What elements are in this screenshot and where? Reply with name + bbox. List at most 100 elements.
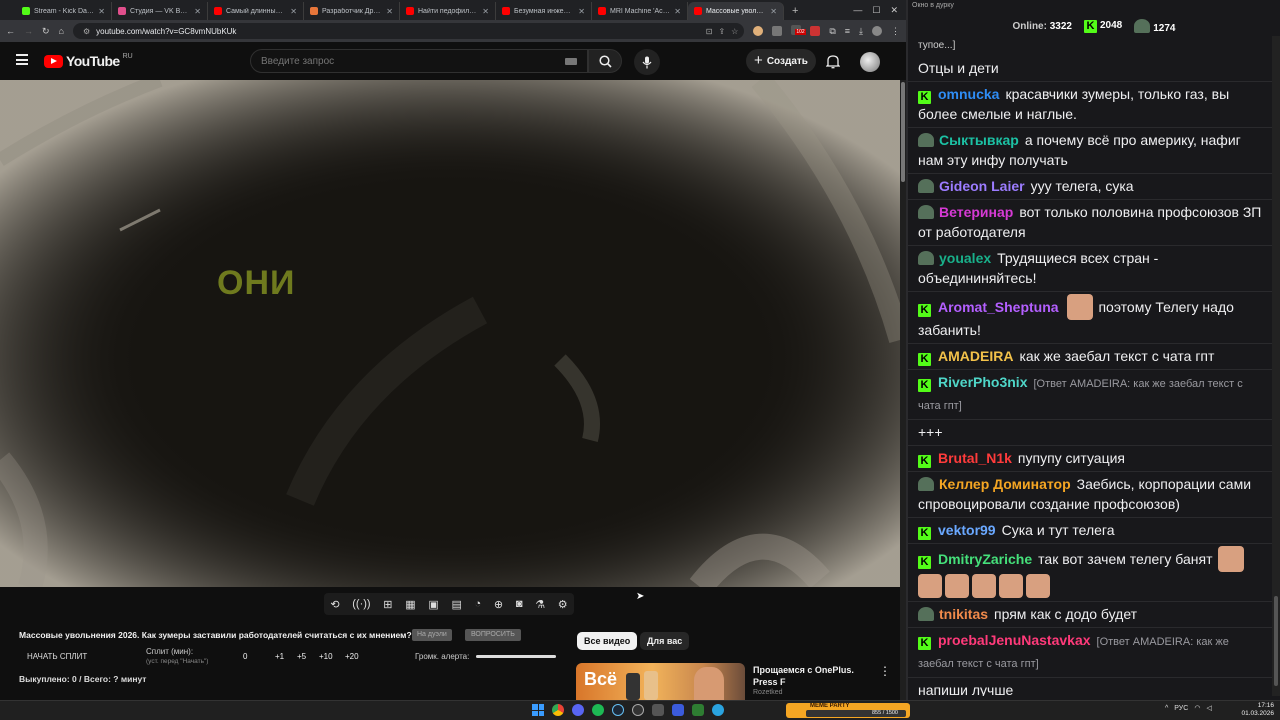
youtube-logo[interactable]: YouTube RU [44, 53, 133, 69]
browser-tab[interactable]: MRI Machine 'Accident' ✕ [592, 2, 688, 20]
browser-tab[interactable]: Безумная инженерия ✕ [496, 2, 592, 20]
chrome-icon[interactable] [552, 704, 564, 716]
account-avatar[interactable] [860, 52, 880, 72]
chat-scrollbar-thumb[interactable] [1274, 596, 1278, 686]
extension-icon[interactable] [753, 26, 764, 36]
bookmark-star-icon[interactable]: ☆ [731, 27, 744, 36]
duel-button[interactable]: На дуэли [412, 629, 452, 641]
chat-scrollbar[interactable] [1272, 36, 1280, 696]
tab-close-icon[interactable]: ✕ [578, 7, 585, 16]
chat-username[interactable]: DmitryZariche [938, 551, 1032, 567]
browser-tab[interactable]: Студия — VK Видео Live ✕ [112, 2, 208, 20]
tab-close-icon[interactable]: ✕ [194, 7, 201, 16]
recommended-video-title[interactable]: Прощаемся с OnePlus. Press F [753, 664, 873, 688]
language-indicator[interactable]: РУС [1174, 705, 1188, 712]
screenshot-icon[interactable]: ◙ [516, 598, 523, 610]
clock[interactable]: 17:16 01.03.2026 [1240, 702, 1274, 718]
scrollbar-thumb[interactable] [901, 82, 905, 182]
speed-icon[interactable]: ◔ [475, 598, 482, 610]
screencast-icon[interactable]: ⊞ [383, 598, 392, 611]
windows-start-icon[interactable] [532, 704, 544, 716]
chip-for-you[interactable]: Для вас [640, 632, 690, 650]
install-app-icon[interactable]: ⊡ [706, 27, 713, 36]
chat-username[interactable]: Келлер Доминатор [939, 476, 1071, 492]
tab-close-icon[interactable]: ✕ [98, 7, 105, 16]
search-button[interactable] [588, 49, 622, 73]
chat-username[interactable]: Aromat_Sheptuna [938, 299, 1059, 315]
create-button[interactable]: + Создать [746, 49, 816, 73]
obs-icon[interactable] [632, 704, 644, 716]
split-add-10[interactable]: +10 [319, 652, 333, 661]
browser-tab[interactable]: Самый длинный нос... ✕ [208, 2, 304, 20]
split-value-0[interactable]: 0 [243, 652, 247, 661]
picture-in-picture-icon[interactable]: ▣ [428, 598, 438, 611]
start-split-button[interactable]: НАЧАТЬ СПЛИТ [27, 652, 87, 661]
chat-username[interactable]: vektor99 [938, 522, 996, 538]
tab-close-icon[interactable]: ✕ [386, 7, 393, 16]
extension-badge[interactable]: 102 [791, 25, 806, 37]
tray-expand-icon[interactable]: ^ [1165, 705, 1168, 712]
chat-username[interactable]: tnikitas [939, 606, 988, 622]
vote-button[interactable]: ВОПРОСИТЬ [465, 629, 521, 641]
recommended-video-thumbnail[interactable]: Всё [576, 663, 745, 700]
wifi-icon[interactable]: ◠ [1194, 704, 1200, 712]
minimize-icon[interactable]: — [853, 5, 862, 15]
split-add-5[interactable]: +5 [297, 652, 306, 661]
search-box[interactable] [250, 49, 588, 73]
video-player[interactable]: ОНИ [0, 80, 900, 587]
browser-menu-icon[interactable]: ⋮ [891, 26, 900, 37]
telegram-icon[interactable] [712, 704, 724, 716]
chat-username[interactable]: Gideon Laier [939, 178, 1025, 194]
profile-icon[interactable] [872, 26, 882, 36]
browser-tab[interactable]: Массовые увольн... ✕ [688, 2, 784, 20]
split-add-1[interactable]: +1 [275, 652, 284, 661]
chat-message-list[interactable]: тупое...] Отцы и дети Komnucka красавчики з… [908, 36, 1272, 696]
extension-icon[interactable] [772, 26, 783, 36]
tab-close-icon[interactable]: ✕ [770, 7, 777, 16]
browser-tab[interactable]: Разработчик Дрон... ✕ [304, 2, 400, 20]
flask-icon[interactable]: ⚗ [535, 598, 545, 611]
tab-close-icon[interactable]: ✕ [482, 7, 489, 16]
chat-username[interactable]: youalex [939, 250, 991, 266]
split-add-20[interactable]: +20 [345, 652, 359, 661]
downloads-icon[interactable]: ⤓ [859, 26, 863, 37]
video-more-options-icon[interactable]: ⋮ [879, 664, 891, 678]
browser-tab[interactable]: Найти педофила по х... ✕ [400, 2, 496, 20]
home-icon[interactable]: ⌂ [59, 26, 64, 36]
voice-search-button[interactable] [634, 49, 660, 75]
extension-icon[interactable] [810, 26, 821, 36]
chat-username[interactable]: omnucka [938, 86, 999, 102]
steam-icon[interactable] [612, 704, 624, 716]
app-icon[interactable] [692, 704, 704, 716]
volume-icon[interactable]: ◁ [1206, 704, 1211, 712]
chat-username[interactable]: proebalJenuNastavkax [938, 632, 1091, 648]
discord-icon[interactable] [572, 704, 584, 716]
calendar-icon[interactable]: ▦ [405, 598, 415, 611]
extensions-puzzle-icon[interactable]: ⧉ [829, 26, 835, 37]
loop-icon[interactable]: ⟲ [330, 598, 339, 611]
chat-username[interactable]: Ветеринар [939, 204, 1013, 220]
meme-party-widget[interactable]: MEME PARTY 855 / 1500 [786, 703, 910, 718]
keyboard-icon[interactable] [565, 57, 577, 65]
tab-close-icon[interactable]: ✕ [674, 7, 681, 16]
media-control-icon[interactable]: ≡ [845, 26, 850, 36]
tab-close-icon[interactable]: ✕ [290, 7, 297, 16]
share-icon[interactable]: ⇪ [718, 27, 725, 36]
back-icon[interactable]: ← [6, 26, 15, 36]
browser-tab[interactable]: Stream - Kick Dashboard✕ [16, 2, 112, 20]
app-icon[interactable] [652, 704, 664, 716]
alert-volume-slider[interactable] [476, 655, 556, 658]
close-icon[interactable]: ✕ [890, 5, 898, 16]
chat-username[interactable]: RiverPho3nix [938, 374, 1027, 390]
new-tab-button[interactable]: + [784, 2, 806, 20]
media-player-icon[interactable] [672, 704, 684, 716]
notifications-bell-icon[interactable] [825, 54, 841, 74]
add-clip-icon[interactable]: ⊕ [494, 598, 503, 611]
search-input[interactable] [261, 55, 565, 67]
broadcast-icon[interactable]: ((·)) [352, 598, 370, 610]
spotify-icon[interactable] [592, 704, 604, 716]
settings-gear-icon[interactable]: ⚙ [558, 598, 568, 611]
site-info-icon[interactable]: ⚙ [83, 27, 90, 36]
chat-username[interactable]: Сыктывкар [939, 132, 1019, 148]
hamburger-menu-icon[interactable] [16, 54, 28, 65]
